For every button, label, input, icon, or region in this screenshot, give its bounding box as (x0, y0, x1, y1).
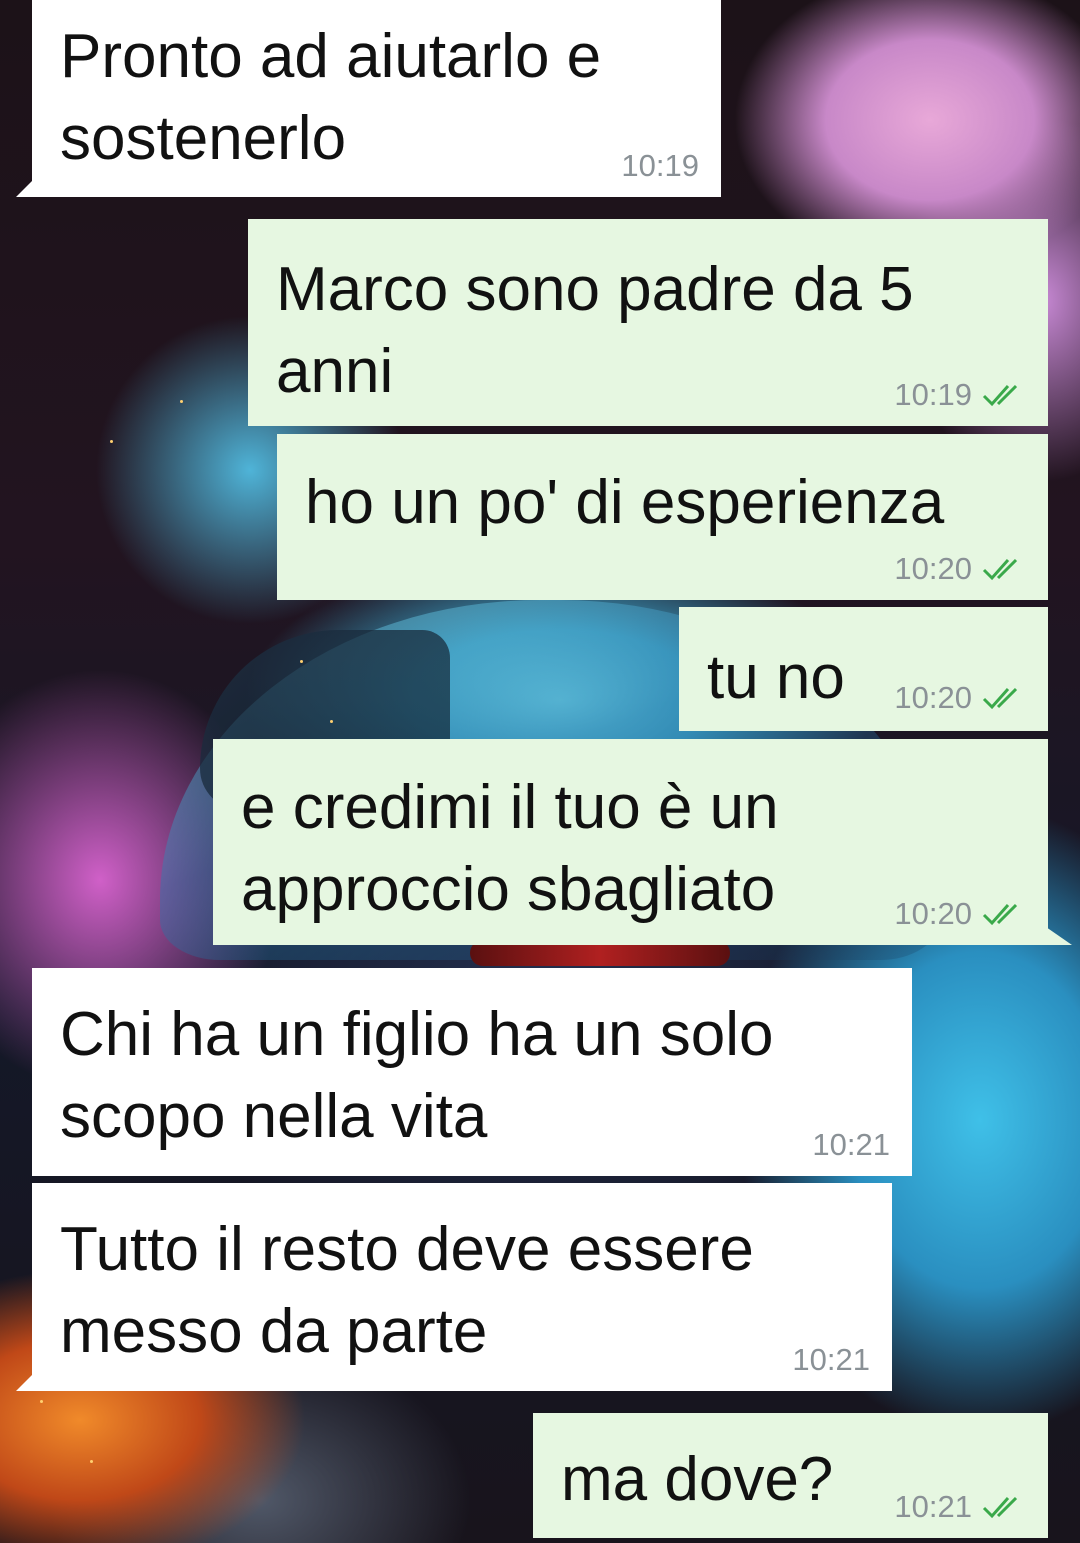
message-meta: 10:19 (621, 149, 699, 183)
message-bubble[interactable]: ho un po' di esperienza 10:20 (277, 434, 1048, 600)
message-time: 10:19 (894, 377, 972, 412)
message-bubble[interactable]: Chi ha un figlio ha un solo scopo nella … (32, 968, 912, 1176)
message-time: 10:21 (792, 1342, 870, 1377)
bubble-tail (16, 1373, 34, 1391)
message-meta: 10:21 (894, 1490, 1026, 1524)
double-check-icon (982, 1494, 1026, 1520)
message-bubble[interactable]: Marco sono padre da 5 anni 10:19 (248, 219, 1048, 426)
message-meta: 10:20 (894, 552, 1026, 586)
wallpaper-spark (40, 1400, 43, 1403)
message-time: 10:20 (894, 680, 972, 715)
message-time: 10:21 (894, 1489, 972, 1524)
bubble-tail (1046, 927, 1072, 945)
message-meta: 10:20 (894, 897, 1026, 931)
message-text: Chi ha un figlio ha un solo scopo nella … (60, 1000, 774, 1151)
message-bubble[interactable]: Pronto ad aiutarlo e sostenerlo 10:19 (16, 0, 721, 197)
double-check-icon (982, 556, 1026, 582)
message-meta: 10:20 (894, 681, 1026, 715)
message-meta: 10:19 (894, 378, 1026, 412)
message-bubble[interactable]: ma dove? 10:21 (533, 1413, 1048, 1538)
message-bubble[interactable]: e credimi il tuo è un approccio sbagliat… (213, 739, 1072, 945)
wallpaper-spark (180, 400, 183, 403)
double-check-icon (982, 382, 1026, 408)
message-meta: 10:21 (792, 1343, 870, 1377)
message-time: 10:21 (812, 1127, 890, 1162)
message-bubble[interactable]: Tutto il resto deve essere messo da part… (16, 1183, 892, 1391)
bubble-tail (16, 179, 34, 197)
message-text: Tutto il resto deve essere messo da part… (60, 1215, 754, 1366)
message-time: 10:20 (894, 896, 972, 931)
wallpaper-spark (110, 440, 113, 443)
message-bubble[interactable]: tu no 10:20 (679, 607, 1048, 731)
double-check-icon (982, 685, 1026, 711)
wallpaper-spark (90, 1460, 93, 1463)
message-meta: 10:21 (812, 1128, 890, 1162)
message-time: 10:20 (894, 551, 972, 586)
message-text: Pronto ad aiutarlo e sostenerlo (60, 22, 602, 173)
wallpaper-spark (300, 660, 303, 663)
message-text: ho un po' di esperienza (305, 468, 945, 537)
message-time: 10:19 (621, 148, 699, 183)
double-check-icon (982, 901, 1026, 927)
wallpaper-spark (330, 720, 333, 723)
